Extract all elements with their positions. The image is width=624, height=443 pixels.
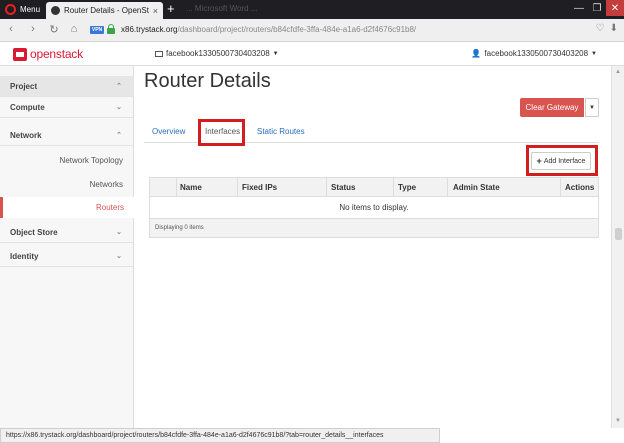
tab-close-icon[interactable]: ×: [153, 6, 158, 16]
openstack-top-nav: openstack facebook1330500730403208 ▼ 👤 f…: [0, 42, 624, 66]
browser-tab-router-details[interactable]: Router Details - OpenStack ×: [46, 2, 163, 19]
project-icon: [155, 50, 163, 57]
openstack-logo-icon: [13, 47, 27, 61]
sidebar-item-routers[interactable]: Routers: [0, 197, 134, 218]
chevron-down-icon: ⌄: [116, 229, 122, 236]
sidebar-section-project[interactable]: Project ⌃: [0, 76, 134, 97]
user-menu-label: facebook1330500730403208: [484, 49, 589, 58]
table-header: Name Fixed IPs Status Type Admin State A…: [150, 178, 598, 197]
new-tab-button[interactable]: +: [167, 2, 175, 16]
caret-down-icon: ▼: [272, 50, 279, 57]
highlight-box-add-interface: [526, 145, 598, 176]
favicon-icon: [51, 6, 60, 15]
column-header-admin-state[interactable]: Admin State: [453, 183, 500, 192]
column-header-type[interactable]: Type: [398, 183, 416, 192]
page-scrollbar[interactable]: ▲ ▼: [611, 66, 624, 428]
background-tabs: ... Microsoft Word ...: [186, 4, 258, 13]
sidebar-section-label: Network: [10, 130, 42, 140]
caret-down-icon: ▼: [589, 104, 595, 111]
chevron-down-icon: ⌄: [116, 104, 122, 111]
menu-label: Menu: [20, 5, 41, 14]
link-preview-status-bar: https://x86.trystack.org/dashboard/proje…: [0, 428, 440, 443]
url-host: x86.trystack.org: [121, 25, 178, 34]
download-icon[interactable]: ⬇: [610, 23, 618, 34]
page-title: Router Details: [144, 70, 271, 92]
scrollbar-thumb[interactable]: [615, 228, 622, 240]
user-icon: 👤: [471, 49, 482, 58]
close-window-button[interactable]: ✕: [606, 0, 624, 16]
sidebar-section-label: Project: [10, 81, 38, 91]
chevron-up-icon: ⌃: [116, 132, 122, 139]
project-selector-label: facebook1330500730403208: [166, 49, 270, 58]
user-menu[interactable]: 👤 facebook1330500730403208 ▼: [471, 49, 597, 58]
table-footer-count: Displaying 0 items: [150, 219, 598, 237]
opera-menu-button[interactable]: Menu: [2, 2, 46, 17]
sidebar: Project ⌃ Compute ⌄ Network ⌃ Network To…: [0, 66, 134, 428]
maximize-button[interactable]: ❐: [588, 0, 606, 16]
column-header-fixed-ips[interactable]: Fixed IPs: [242, 183, 277, 192]
tab-static-routes[interactable]: Static Routes: [257, 127, 305, 136]
home-icon[interactable]: ⌂: [68, 23, 80, 35]
forward-icon[interactable]: ›: [27, 23, 39, 35]
sidebar-section-label: Object Store: [10, 227, 58, 237]
sidebar-section-network[interactable]: Network ⌃: [0, 125, 134, 146]
logo-text: openstack: [30, 47, 83, 61]
scroll-down-arrow-icon[interactable]: ▼: [615, 418, 621, 424]
window-controls: — ❐ ✕: [570, 0, 624, 16]
chevron-down-icon: ⌄: [116, 253, 122, 260]
chevron-up-icon: ⌃: [116, 83, 122, 90]
sidebar-section-identity[interactable]: Identity ⌄: [0, 246, 134, 267]
caret-down-icon: ▼: [591, 50, 597, 57]
column-header-name[interactable]: Name: [180, 183, 202, 192]
empty-table-row: No items to display.: [150, 197, 598, 219]
sidebar-section-label: Identity: [10, 251, 39, 261]
lock-icon: [107, 24, 115, 34]
scroll-up-arrow-icon[interactable]: ▲: [615, 69, 621, 75]
tab-overview[interactable]: Overview: [152, 127, 185, 136]
sidebar-section-label: Compute: [10, 102, 45, 112]
sidebar-item-networks[interactable]: Networks: [90, 180, 123, 189]
column-header-status[interactable]: Status: [331, 183, 355, 192]
sidebar-section-object-store[interactable]: Object Store ⌄: [0, 222, 134, 243]
browser-tab-bar: Menu Router Details - OpenStack × + ... …: [0, 0, 624, 19]
vpn-badge[interactable]: VPN: [90, 26, 104, 34]
opera-logo-icon: [5, 4, 16, 15]
address-bar-actions: ♡ ⬇: [596, 23, 618, 34]
column-header-actions: Actions: [565, 183, 595, 192]
minimize-button[interactable]: —: [570, 0, 588, 16]
sidebar-item-label: Routers: [95, 203, 124, 212]
sidebar-section-compute[interactable]: Compute ⌄: [0, 97, 134, 118]
project-selector[interactable]: facebook1330500730403208 ▼: [155, 49, 279, 58]
highlight-box-interfaces-tab: [198, 119, 245, 146]
tab-title: Router Details - OpenStack: [64, 6, 149, 15]
address-bar: ‹ › ↻ ⌂ VPN x86.trystack.org/dashboard/p…: [0, 19, 624, 42]
sidebar-item-network-topology[interactable]: Network Topology: [60, 156, 123, 165]
more-actions-dropdown[interactable]: ▼: [585, 98, 599, 117]
clear-gateway-button[interactable]: Clear Gateway: [520, 98, 584, 117]
interfaces-table: Name Fixed IPs Status Type Admin State A…: [149, 177, 599, 238]
reload-icon[interactable]: ↻: [48, 23, 60, 36]
back-icon[interactable]: ‹: [5, 23, 17, 35]
bookmark-icon[interactable]: ♡: [596, 23, 605, 34]
openstack-logo[interactable]: openstack: [13, 47, 83, 61]
url-path: /dashboard/project/routers/b84cfdfe-3ffa…: [177, 25, 417, 34]
url-input[interactable]: x86.trystack.org/dashboard/project/route…: [121, 25, 416, 34]
